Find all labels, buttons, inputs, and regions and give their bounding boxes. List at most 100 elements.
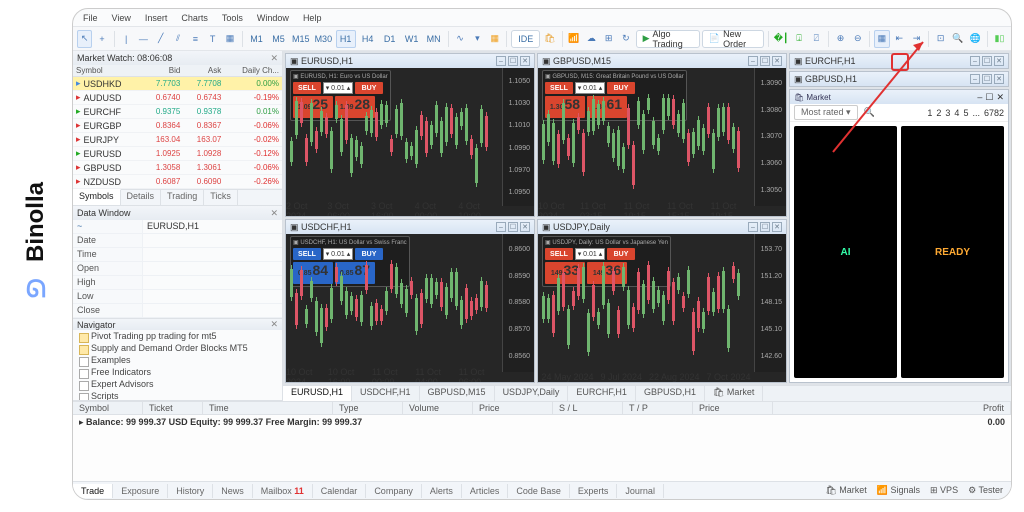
close-icon[interactable]: ✕ bbox=[520, 56, 530, 66]
buy-button[interactable]: BUY bbox=[607, 248, 635, 260]
tf-h4[interactable]: H4 bbox=[358, 30, 378, 48]
sell-button[interactable]: SELL bbox=[545, 248, 573, 260]
lot-input[interactable]: ▾ 0.01 ▴ bbox=[575, 82, 605, 94]
sell-button[interactable]: SELL bbox=[293, 248, 321, 260]
cursor-tool-icon[interactable]: ↖ bbox=[77, 30, 92, 48]
chart-window[interactable]: ▣ EURCHF,H1–☐✕▣ EURCHF, H1: Euro vs Swis… bbox=[789, 53, 1009, 69]
menu-view[interactable]: View bbox=[112, 13, 131, 23]
chart-tab[interactable]: USDJPY,Daily bbox=[495, 386, 569, 401]
status-signals[interactable]: 📶 Signals bbox=[877, 485, 920, 496]
new-chart-icon[interactable]: ▦ bbox=[487, 30, 502, 48]
line-chart-icon[interactable]: ⍁ bbox=[809, 30, 824, 48]
status-tester[interactable]: ⚙ Tester bbox=[968, 485, 1003, 496]
close-icon[interactable]: ✕ bbox=[270, 208, 278, 219]
minimize-icon[interactable]: – bbox=[748, 56, 758, 66]
hline-icon[interactable]: — bbox=[136, 30, 151, 48]
shift-icon[interactable]: ⇤ bbox=[892, 30, 907, 48]
bottom-tab[interactable]: Articles bbox=[462, 484, 509, 498]
chart-window[interactable]: ▣ EURUSD,H1–☐✕▣ EURUSD, H1: Euro vs US D… bbox=[285, 53, 535, 217]
status-vps[interactable]: ⊞ VPS bbox=[930, 485, 958, 496]
product-card[interactable]: READY bbox=[901, 126, 1004, 378]
bottom-tab[interactable]: Exposure bbox=[113, 484, 168, 498]
nav-item[interactable]: Supply and Demand Order Blocks MT5 bbox=[77, 342, 282, 354]
signal-icon[interactable]: 📶 bbox=[566, 30, 581, 48]
symbol-row[interactable]: ▸EURUSD1.09251.0928-0.12% bbox=[73, 147, 282, 161]
symbol-row[interactable]: ▸EURJPY163.04163.07-0.02% bbox=[73, 133, 282, 147]
algo-trading-button[interactable]: ▶ Algo Trading bbox=[636, 30, 700, 48]
close-icon[interactable]: ✕ bbox=[270, 319, 278, 330]
market-filter[interactable]: Most rated ▾ bbox=[794, 105, 858, 120]
nav-item[interactable]: Scripts bbox=[77, 390, 282, 401]
tf-m1[interactable]: M1 bbox=[246, 30, 266, 48]
text-icon[interactable]: T bbox=[205, 30, 220, 48]
maximize-icon[interactable]: ☐ bbox=[508, 56, 518, 66]
status-market[interactable]: 🛍 Market bbox=[825, 485, 866, 496]
bottom-tab[interactable]: History bbox=[168, 484, 213, 498]
close-icon[interactable]: ✕ bbox=[270, 53, 278, 64]
maximize-icon[interactable]: ☐ bbox=[982, 74, 992, 84]
candle-chart-icon[interactable]: ⍗ bbox=[791, 30, 806, 48]
market-icon[interactable]: 🛍 bbox=[542, 30, 557, 48]
sell-button[interactable]: SELL bbox=[545, 82, 573, 94]
globe-icon[interactable]: 🌐 bbox=[968, 30, 983, 48]
tab-trading[interactable]: Trading bbox=[161, 190, 204, 205]
close-icon[interactable]: ✕ bbox=[772, 222, 782, 232]
close-icon[interactable]: ✕ bbox=[520, 222, 530, 232]
symbol-row[interactable]: ▸EURGBP0.83640.8367-0.06% bbox=[73, 119, 282, 133]
maximize-icon[interactable]: ☐ bbox=[760, 222, 770, 232]
symbol-row[interactable]: ▸AUDUSD0.67400.6743-0.19% bbox=[73, 91, 282, 105]
maximize-icon[interactable]: ☐ bbox=[982, 56, 992, 66]
chart-tab[interactable]: 🛍 Market bbox=[705, 386, 763, 401]
nav-item[interactable]: Expert Advisors bbox=[77, 378, 282, 390]
buy-button[interactable]: BUY bbox=[355, 248, 383, 260]
bottom-tab[interactable]: Alerts bbox=[422, 484, 462, 498]
zoom-out-icon[interactable]: ⊖ bbox=[850, 30, 865, 48]
chart-tab[interactable]: USDCHF,H1 bbox=[352, 386, 420, 401]
menu-window[interactable]: Window bbox=[257, 13, 289, 23]
bottom-tab[interactable]: News bbox=[213, 484, 253, 498]
search-icon[interactable]: 🔍 bbox=[864, 107, 875, 118]
cloud-icon[interactable]: ☁ bbox=[584, 30, 599, 48]
zoom-in-icon[interactable]: ⊕ bbox=[833, 30, 848, 48]
channel-icon[interactable]: ⫽ bbox=[170, 30, 185, 48]
minimize-icon[interactable]: – bbox=[970, 56, 980, 66]
tab-symbols[interactable]: Symbols bbox=[73, 189, 121, 205]
bottom-tab[interactable]: Calendar bbox=[313, 484, 367, 498]
maximize-icon[interactable]: ☐ bbox=[760, 56, 770, 66]
tf-m15[interactable]: M15 bbox=[290, 30, 311, 48]
menu-file[interactable]: File bbox=[83, 13, 98, 23]
autoscroll-icon[interactable]: ⇥ bbox=[909, 30, 924, 48]
symbol-row[interactable]: ▸USDHKD7.77037.77080.00% bbox=[73, 77, 282, 91]
minimize-icon[interactable]: – bbox=[977, 92, 982, 103]
nav-item[interactable]: Examples bbox=[77, 354, 282, 366]
symbol-row[interactable]: ▸GBPUSD1.30581.3061-0.06% bbox=[73, 161, 282, 175]
bar-chart-icon[interactable]: �┃ bbox=[773, 30, 790, 48]
vline-icon[interactable]: | bbox=[118, 30, 133, 48]
chart-window[interactable]: ▣ GBPUSD,H1–☐✕▣ GBPUSD, H1: Great Britai… bbox=[789, 71, 1009, 87]
depth-icon[interactable]: ⊡ bbox=[933, 30, 948, 48]
symbol-row[interactable]: ▸EURCHF0.93750.93780.01% bbox=[73, 105, 282, 119]
connection-icon[interactable]: ▮▯ bbox=[992, 30, 1007, 48]
buy-button[interactable]: BUY bbox=[607, 82, 635, 94]
tile-windows-icon[interactable]: ▦ bbox=[874, 30, 889, 48]
bottom-tab[interactable]: Journal bbox=[617, 484, 664, 498]
objects-icon[interactable]: ▦ bbox=[222, 30, 237, 48]
trendline-icon[interactable]: ╱ bbox=[153, 30, 168, 48]
menu-tools[interactable]: Tools bbox=[222, 13, 243, 23]
chart-tab[interactable]: GBPUSD,H1 bbox=[636, 386, 705, 401]
bottom-tab[interactable]: Trade bbox=[73, 484, 113, 498]
maximize-icon[interactable]: ☐ bbox=[508, 222, 518, 232]
chart-line-icon[interactable]: ∿ bbox=[452, 30, 467, 48]
search-icon[interactable]: 🔍 bbox=[950, 30, 965, 48]
minimize-icon[interactable]: – bbox=[496, 222, 506, 232]
chart-tab[interactable]: EURUSD,H1 bbox=[283, 386, 352, 401]
menu-charts[interactable]: Charts bbox=[181, 13, 208, 23]
tf-m30[interactable]: M30 bbox=[313, 30, 334, 48]
refresh-icon[interactable]: ↻ bbox=[618, 30, 633, 48]
nav-item[interactable]: Free Indicators bbox=[77, 366, 282, 378]
bottom-tab[interactable]: Company bbox=[366, 484, 422, 498]
tf-m5[interactable]: M5 bbox=[268, 30, 288, 48]
tf-h1[interactable]: H1 bbox=[336, 30, 356, 48]
symbol-row[interactable]: ▸NZDUSD0.60870.6090-0.26% bbox=[73, 175, 282, 189]
tf-d1[interactable]: D1 bbox=[380, 30, 400, 48]
